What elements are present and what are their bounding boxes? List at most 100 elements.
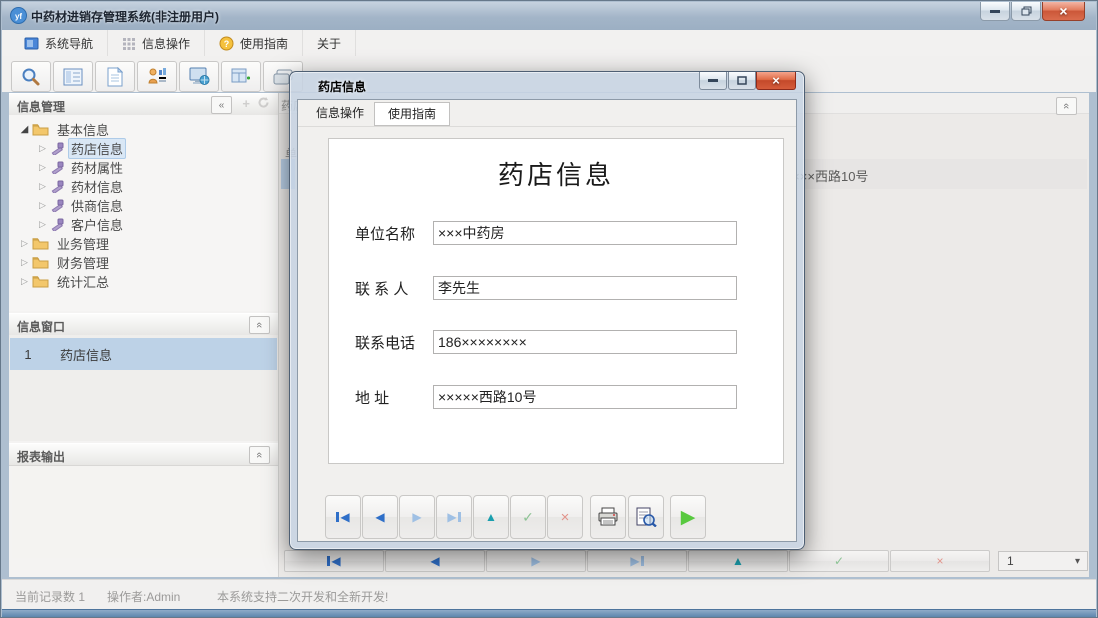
- unit-name-input[interactable]: [433, 221, 737, 245]
- previous-record-icon: ◀: [375, 511, 384, 523]
- collapse-report-output-button[interactable]: «: [249, 446, 270, 464]
- collapse-panel-button[interactable]: «: [211, 96, 232, 114]
- status-note: 本系统支持二次开发和全新开发!: [217, 588, 388, 605]
- tree-node-stats-summary[interactable]: ▷ 统计汇总: [17, 272, 112, 291]
- collapse-info-window-button[interactable]: «: [249, 316, 270, 334]
- toolbar-search-button[interactable]: [11, 61, 51, 92]
- caret-collapsed-icon[interactable]: ▷: [35, 219, 50, 230]
- folder-icon: [32, 237, 49, 250]
- pharmacy-form: 药店信息 单位名称 联 系 人 联系电话 地 址: [328, 138, 784, 464]
- status-operator: 操作者:Admin: [107, 588, 180, 605]
- refresh-icon[interactable]: [257, 96, 270, 109]
- field-row-address: 地 址: [355, 385, 737, 409]
- dialog-last-button[interactable]: ▶: [436, 495, 472, 539]
- dialog-body: 信息操作 使用指南 药店信息 单位名称 联 系 人 联系电话 地 址: [297, 99, 797, 542]
- field-row-contact-phone: 联系电话: [355, 330, 737, 354]
- tree-node-supplier-info[interactable]: ▷ 供商信息: [35, 196, 126, 215]
- unit-name-label: 单位名称: [355, 223, 433, 244]
- toolbar-document-button[interactable]: [95, 61, 135, 92]
- nav-first-button[interactable]: ◀: [284, 550, 384, 572]
- play-icon: ▶: [681, 506, 696, 529]
- tree-node-pharmacy-info[interactable]: ▷ 药店信息: [35, 139, 126, 158]
- app-logo-icon: yf: [10, 7, 27, 24]
- dialog-confirm-button[interactable]: ✓: [510, 495, 546, 539]
- toolbar-user-report-button[interactable]: [137, 61, 177, 92]
- nav-last-button[interactable]: ▶: [587, 550, 687, 572]
- minimize-button[interactable]: [980, 2, 1010, 21]
- tree-node-material-attr[interactable]: ▷ 药材属性: [35, 158, 126, 177]
- nav-next-button[interactable]: ▶: [486, 550, 586, 572]
- address-input[interactable]: [433, 385, 737, 409]
- navigation-square-icon: [24, 37, 39, 50]
- info-window-title: 信息窗口: [17, 318, 65, 335]
- restore-button[interactable]: [1011, 2, 1041, 21]
- collapse-main-button[interactable]: «: [1056, 97, 1077, 115]
- add-icon[interactable]: +: [242, 96, 250, 111]
- triangle-up-icon: ▲: [732, 555, 744, 567]
- caret-collapsed-icon[interactable]: ▷: [35, 162, 50, 173]
- record-selector-value: 1: [1007, 554, 1014, 568]
- dialog-print-preview-button[interactable]: [628, 495, 664, 539]
- dialog-cancel-button[interactable]: ×: [547, 495, 583, 539]
- toolbar-form-button[interactable]: [53, 61, 93, 92]
- tree-node-finance-manage[interactable]: ▷ 财务管理: [17, 253, 112, 272]
- dialog-run-button[interactable]: ▶: [670, 495, 706, 539]
- minimize-icon: [990, 10, 1000, 13]
- tree-node-customer-info[interactable]: ▷ 客户信息: [35, 215, 126, 234]
- nav-cancel-button[interactable]: ×: [890, 550, 990, 572]
- dialog-minimize-button[interactable]: [699, 72, 727, 90]
- dialog-edit-button[interactable]: ▲: [473, 495, 509, 539]
- tree-node-material-info[interactable]: ▷ 药材信息: [35, 177, 126, 196]
- nav-prev-button[interactable]: ◀: [385, 550, 485, 572]
- nav-edit-button[interactable]: ▲: [688, 550, 788, 572]
- tree-node-business-manage[interactable]: ▷ 业务管理: [17, 234, 112, 253]
- menu-system-navigation[interactable]: 系统导航: [10, 30, 108, 56]
- dialog-first-button[interactable]: ◀: [325, 495, 361, 539]
- tool-icon: [50, 142, 64, 155]
- caret-collapsed-icon[interactable]: ▷: [17, 257, 32, 268]
- first-record-icon: ◀: [327, 555, 340, 567]
- caret-collapsed-icon[interactable]: ▷: [17, 238, 32, 249]
- menu-user-guide[interactable]: ? 使用指南: [205, 30, 303, 56]
- close-icon: ×: [1059, 3, 1067, 19]
- report-output-body: [12, 466, 275, 558]
- record-selector-combobox[interactable]: 1 ▾: [998, 551, 1088, 571]
- toolbar-monitor-button[interactable]: [179, 61, 219, 92]
- tree-node-basic-info[interactable]: ◢ 基本信息: [17, 120, 112, 139]
- menu-about[interactable]: 关于: [303, 30, 356, 56]
- user-report-icon: [147, 67, 167, 86]
- dialog-maximize-button[interactable]: [728, 72, 756, 90]
- last-record-icon: ▶: [447, 511, 460, 523]
- dialog-print-button[interactable]: [590, 495, 626, 539]
- caret-collapsed-icon[interactable]: ▷: [35, 181, 50, 192]
- previous-record-icon: ◀: [430, 555, 439, 567]
- document-icon: [107, 67, 123, 87]
- dialog-tab-user-guide[interactable]: 使用指南: [374, 102, 450, 126]
- dialog-prev-button[interactable]: ◀: [362, 495, 398, 539]
- app-window: yf 中药材进销存管理系统(非注册用户) × 系统导航 信息操作 ? 使用指南 …: [0, 0, 1098, 618]
- minimize-icon: [708, 79, 718, 82]
- dialog-tab-info-operation[interactable]: 信息操作: [303, 103, 377, 124]
- dialog-close-button[interactable]: ×: [756, 72, 796, 90]
- menu-info-operation[interactable]: 信息操作: [108, 30, 205, 56]
- close-button[interactable]: ×: [1042, 2, 1085, 21]
- caret-expanded-icon[interactable]: ◢: [17, 124, 32, 135]
- chevron-up-icon: «: [254, 322, 266, 328]
- folder-icon: [32, 123, 49, 136]
- chevron-up-icon: «: [254, 452, 266, 458]
- caret-collapsed-icon[interactable]: ▷: [17, 276, 32, 287]
- nav-confirm-button[interactable]: ✓: [789, 550, 889, 572]
- tool-icon: [50, 161, 64, 174]
- next-record-icon: ▶: [412, 511, 421, 523]
- info-window-row[interactable]: 1 药店信息: [10, 338, 277, 370]
- dialog-title: 药店信息: [318, 78, 366, 95]
- info-window-header: 信息窗口 «: [9, 313, 278, 336]
- dialog-next-button[interactable]: ▶: [399, 495, 435, 539]
- caret-collapsed-icon[interactable]: ▷: [35, 143, 50, 154]
- caret-collapsed-icon[interactable]: ▷: [35, 200, 50, 211]
- x-icon: ×: [561, 509, 570, 526]
- contact-phone-input[interactable]: [433, 330, 737, 354]
- toolbar-database-add-button[interactable]: [221, 61, 261, 92]
- contact-person-label: 联 系 人: [355, 278, 433, 299]
- contact-person-input[interactable]: [433, 276, 737, 300]
